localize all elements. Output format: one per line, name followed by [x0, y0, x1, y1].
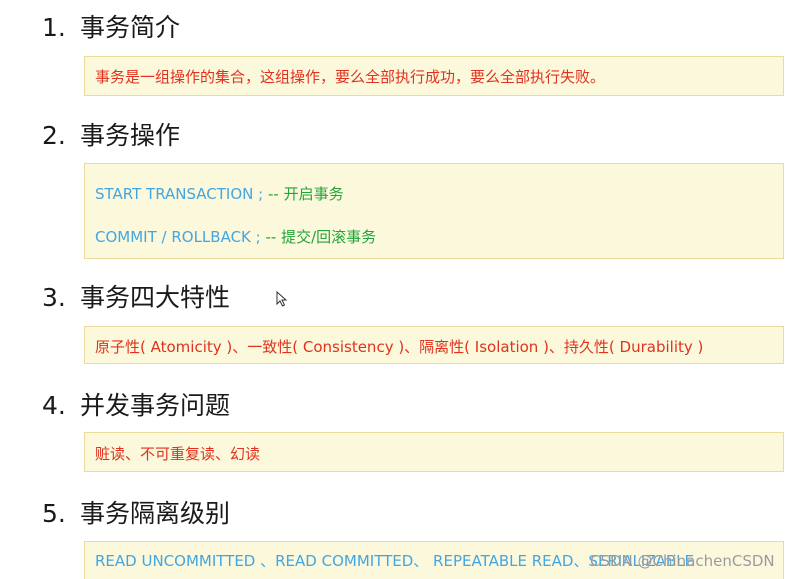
section-title: 事务隔离级别 [80, 499, 231, 528]
problems-text: 赃读、不可重复读、幻读 [95, 445, 261, 463]
section-heading-2: 2. 事务操作 [42, 121, 180, 151]
acid-text: 原子性( Atomicity )、一致性( Consistency )、隔离性(… [95, 338, 704, 356]
operation-line-start: START TRANSACTION ; -- 开启事务 [95, 184, 344, 204]
slide-page: 1. 事务简介 事务是一组操作的集合，这组操作，要么全部执行成功，要么全部执行失败… [0, 0, 811, 579]
operation-code: COMMIT / ROLLBACK ; [95, 228, 261, 246]
operations-box: START TRANSACTION ; -- 开启事务 COMMIT / ROL… [84, 163, 784, 259]
acid-box: 原子性( Atomicity )、一致性( Consistency )、隔离性(… [84, 326, 784, 364]
operation-line-commit: COMMIT / ROLLBACK ; -- 提交/回滚事务 [95, 227, 376, 247]
section-number: 2. [42, 121, 66, 150]
section-number: 4. [42, 391, 66, 420]
operation-comment: -- 开启事务 [268, 185, 344, 203]
problems-box: 赃读、不可重复读、幻读 [84, 432, 784, 472]
section-number: 3. [42, 283, 66, 312]
section-number: 5. [42, 499, 66, 528]
intro-text: 事务是一组操作的集合，这组操作，要么全部执行成功，要么全部执行失败。 [95, 68, 606, 86]
section-heading-4: 4. 并发事务问题 [42, 391, 230, 421]
intro-box: 事务是一组操作的集合，这组操作，要么全部执行成功，要么全部执行失败。 [84, 56, 784, 96]
mouse-cursor-icon [276, 291, 288, 307]
section-title: 事务简介 [80, 13, 181, 42]
section-title: 并发事务问题 [80, 391, 231, 420]
section-number: 1. [42, 13, 66, 42]
section-heading-5: 5. 事务隔离级别 [42, 499, 230, 529]
operation-code: START TRANSACTION ; [95, 185, 264, 203]
section-title: 事务操作 [80, 121, 181, 150]
csdn-watermark: CSDN @ChinachenCSDN [590, 552, 775, 570]
section-heading-1: 1. 事务简介 [42, 13, 180, 43]
operation-comment: -- 提交/回滚事务 [265, 228, 377, 246]
section-heading-3: 3. 事务四大特性 [42, 283, 230, 313]
section-title: 事务四大特性 [80, 283, 231, 312]
